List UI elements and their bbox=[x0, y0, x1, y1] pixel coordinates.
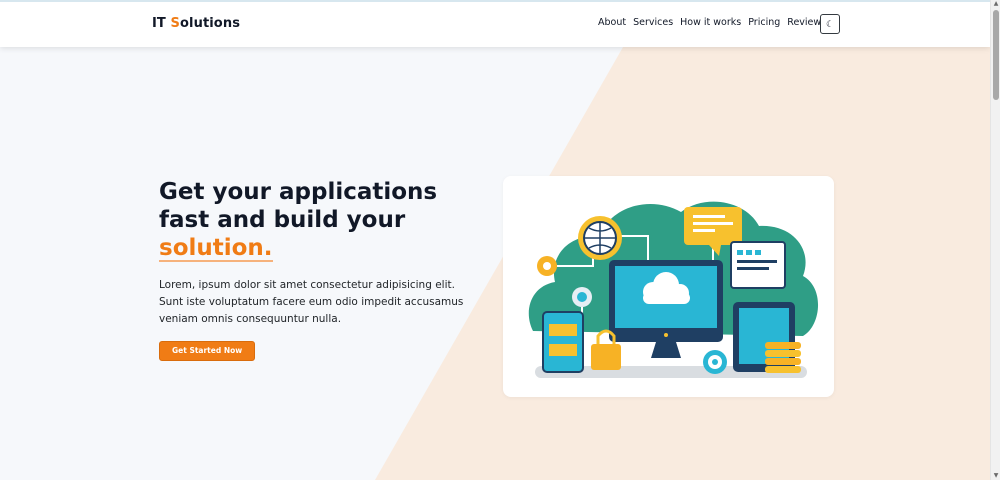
scroll-up-icon[interactable]: ▲ bbox=[992, 0, 1000, 8]
it-illustration bbox=[528, 201, 819, 378]
hero-illustration-card bbox=[503, 176, 834, 397]
monitor-power-dot bbox=[664, 333, 668, 337]
gear-icon-small-center bbox=[577, 292, 587, 302]
theme-toggle-button[interactable]: ☾ bbox=[820, 14, 840, 34]
chat-bubble-icon bbox=[684, 207, 742, 245]
hero-lead-text: Lorem, ipsum dolor sit amet consectetur … bbox=[159, 279, 464, 325]
scroll-down-icon[interactable]: ▼ bbox=[992, 472, 1000, 480]
brand-prefix: IT bbox=[152, 16, 171, 31]
gear-icon-center bbox=[543, 262, 551, 270]
brand-rest: olutions bbox=[180, 16, 241, 31]
nav-link-about[interactable]: About bbox=[598, 17, 626, 28]
moon-icon: ☾ bbox=[825, 18, 835, 29]
brand-accent-letter: S bbox=[170, 16, 180, 31]
nav-link-pricing[interactable]: Pricing bbox=[748, 17, 780, 28]
scrollbar-thumb[interactable] bbox=[993, 10, 999, 100]
top-border bbox=[0, 0, 990, 2]
hero-section: Get your applications fast and build you… bbox=[159, 178, 489, 361]
folder-cabinet-icon bbox=[542, 311, 584, 373]
hero-headline: Get your applications fast and build you… bbox=[159, 178, 489, 262]
padlock-icon bbox=[591, 344, 621, 370]
nav-link-how-it-works[interactable]: How it works bbox=[680, 17, 741, 28]
headline-accent: solution. bbox=[159, 235, 273, 262]
document-icon bbox=[730, 241, 786, 289]
brand-logo[interactable]: IT Solutions bbox=[152, 16, 240, 31]
get-started-button[interactable]: Get Started Now bbox=[159, 341, 256, 361]
page-scrollbar[interactable]: ▲ ▼ bbox=[990, 0, 1000, 480]
landing-page: IT Solutions About Services How it works… bbox=[0, 0, 990, 480]
navbar: IT Solutions About Services How it works… bbox=[0, 2, 990, 47]
main-nav: About Services How it works Pricing Revi… bbox=[598, 17, 826, 28]
headline-line-2: fast and build your bbox=[159, 207, 406, 233]
monitor-stand bbox=[651, 342, 681, 358]
nav-link-services[interactable]: Services bbox=[633, 17, 673, 28]
headline-line-1: Get your applications bbox=[159, 179, 438, 205]
